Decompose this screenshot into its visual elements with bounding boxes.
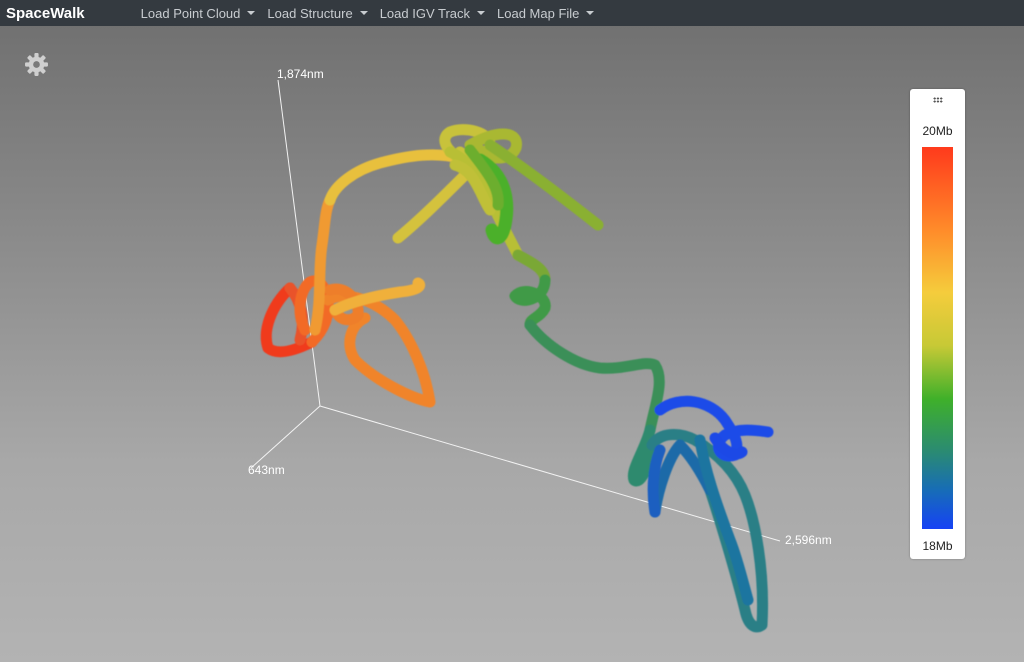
menu-load-structure[interactable]: Load Structure	[267, 5, 368, 21]
3d-viewport[interactable]: 1,874nm 643nm 2,596nm	[0, 26, 1024, 662]
navbar: SpaceWalk Load Point Cloud Load Structur…	[0, 0, 1024, 26]
x-axis-label: 2,596nm	[785, 533, 832, 547]
menu-label: Load IGV Track	[379, 5, 471, 21]
menu-label: Load Point Cloud	[140, 5, 241, 21]
caret-down-icon	[477, 11, 486, 15]
y-axis-line	[277, 79, 321, 407]
legend-color-bar	[922, 147, 953, 529]
y-axis-label: 1,874nm	[277, 67, 324, 81]
menu-label: Load Map File	[497, 5, 580, 21]
z-axis-label: 643nm	[248, 463, 285, 477]
app-brand[interactable]: SpaceWalk	[6, 5, 85, 22]
caret-down-icon	[247, 11, 256, 15]
menu-label: Load Structure	[267, 5, 353, 21]
drag-handle-icon[interactable]	[932, 97, 943, 103]
color-legend[interactable]: 20Mb 18Mb	[910, 89, 965, 559]
menu-load-igv-track[interactable]: Load IGV Track	[379, 5, 486, 21]
menu-load-map-file[interactable]: Load Map File	[497, 5, 595, 21]
caret-down-icon	[586, 11, 595, 15]
menu-load-point-cloud[interactable]: Load Point Cloud	[141, 6, 256, 21]
legend-bottom-label: 18Mb	[922, 539, 953, 553]
caret-down-icon	[359, 11, 368, 15]
legend-top-label: 20Mb	[922, 124, 953, 138]
z-axis-line	[250, 405, 321, 469]
chromatin-structure[interactable]	[260, 124, 774, 633]
